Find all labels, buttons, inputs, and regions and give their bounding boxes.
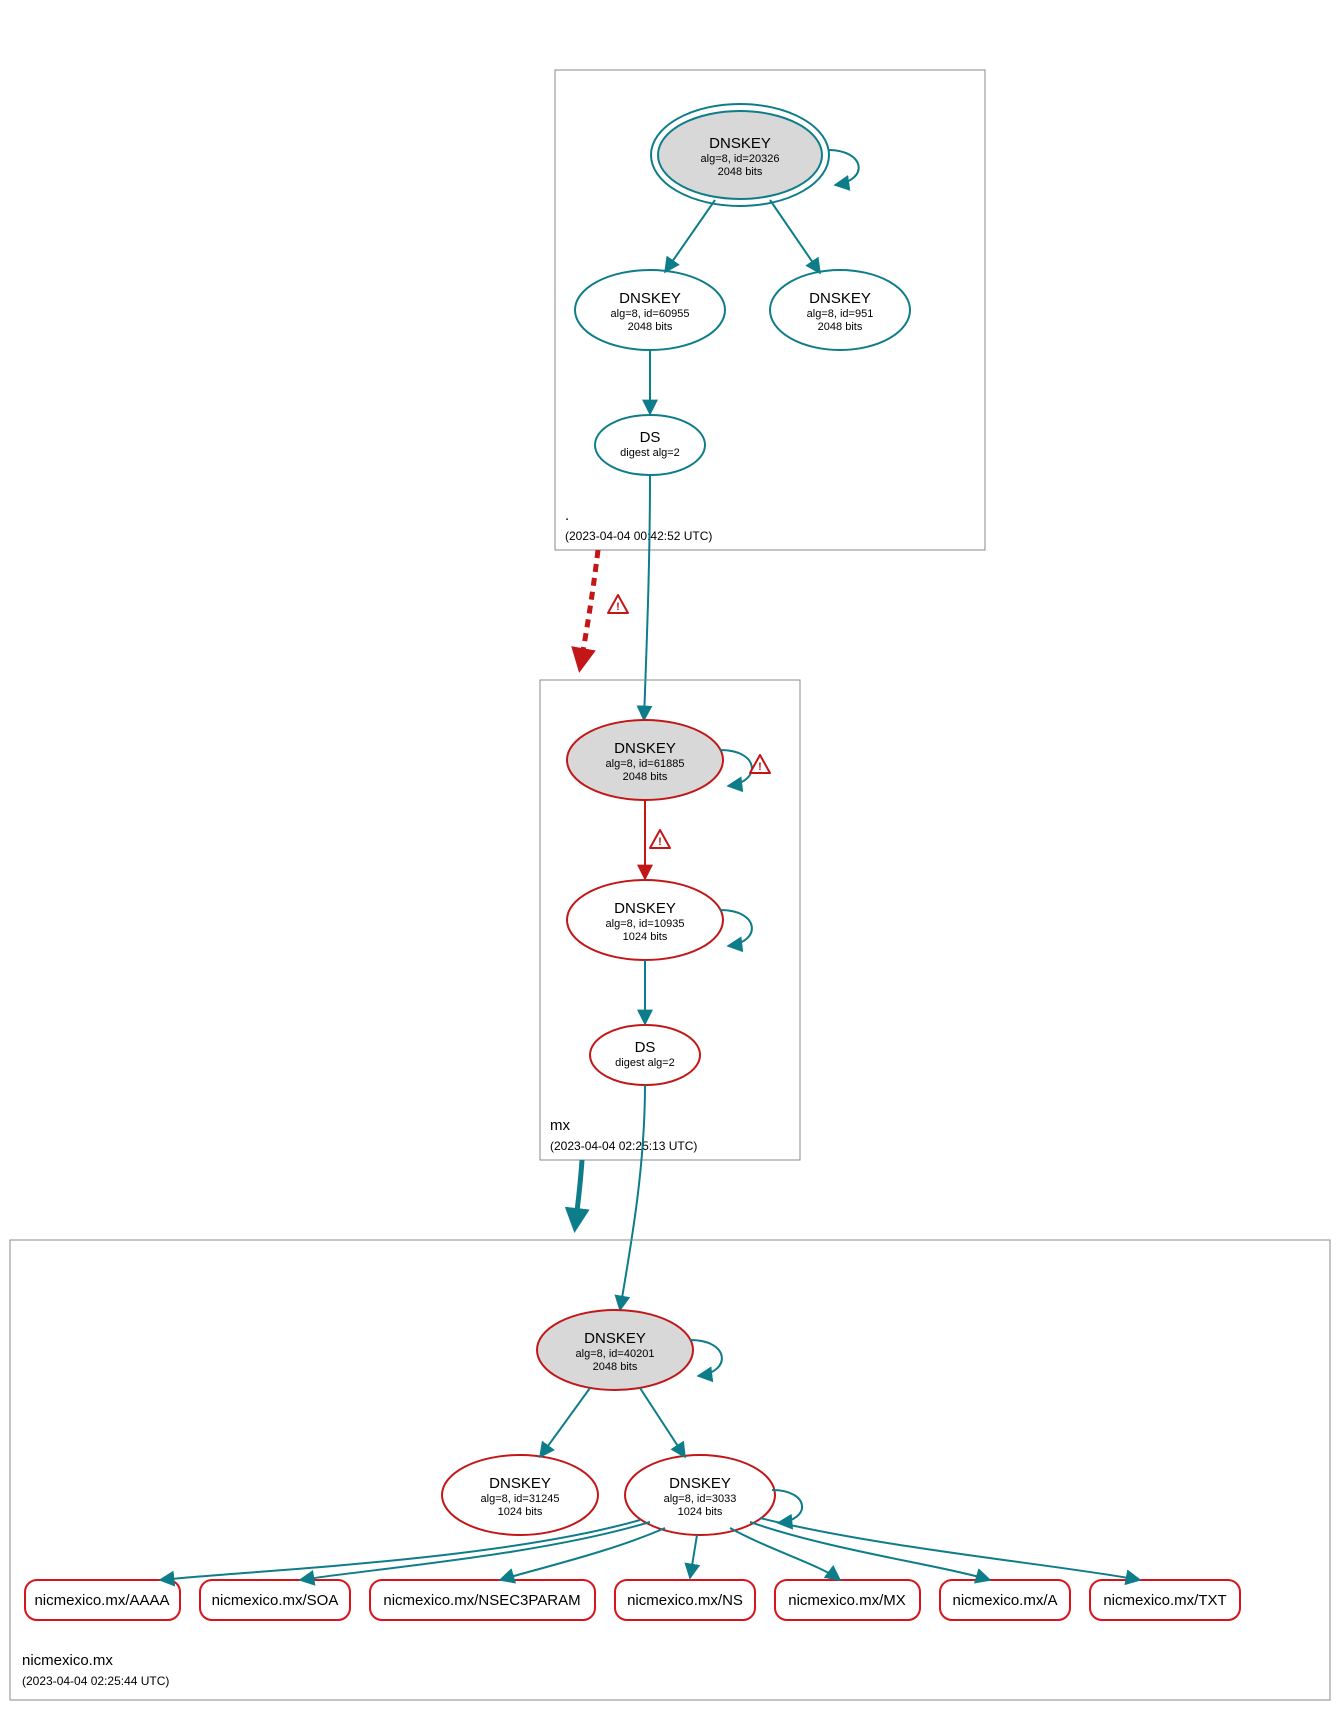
- self-loop: [720, 910, 752, 946]
- edge-mx-nic-delegation: [575, 1160, 582, 1228]
- svg-text:alg=8, id=3033: alg=8, id=3033: [664, 1493, 737, 1505]
- svg-text:nicmexico.mx/SOA: nicmexico.mx/SOA: [212, 1592, 339, 1609]
- svg-text:2048 bits: 2048 bits: [628, 321, 673, 333]
- edge-mxds-nicksk: [620, 1085, 645, 1310]
- warning-icon: !: [650, 830, 670, 848]
- svg-text:1024 bits: 1024 bits: [678, 1506, 723, 1518]
- svg-text:nicmexico.mx/TXT: nicmexico.mx/TXT: [1103, 1592, 1226, 1609]
- zone-nic-ts: (2023-04-04 02:25:44 UTC): [22, 1674, 169, 1688]
- svg-text:nicmexico.mx/A: nicmexico.mx/A: [952, 1592, 1057, 1609]
- warning-icon: !: [750, 755, 770, 773]
- rrset-nsec3: nicmexico.mx/NSEC3PARAM: [370, 1580, 595, 1620]
- node-mx-ds: DS digest alg=2: [590, 1025, 700, 1085]
- self-loop: [720, 750, 752, 786]
- svg-text:2048 bits: 2048 bits: [623, 771, 668, 783]
- edge-root-mx-delegation: [580, 550, 598, 668]
- svg-text:digest alg=2: digest alg=2: [615, 1057, 675, 1069]
- svg-text:DNSKEY: DNSKEY: [614, 740, 676, 757]
- svg-text:DNSKEY: DNSKEY: [619, 290, 681, 307]
- node-root-zsk1: DNSKEY alg=8, id=60955 2048 bits: [575, 270, 725, 350]
- svg-text:alg=8, id=40201: alg=8, id=40201: [576, 1348, 655, 1360]
- dnssec-diagram: . (2023-04-04 00:42:52 UTC) DNSKEY alg=8…: [0, 0, 1344, 1721]
- edge-rootksk-zsk2: [770, 200, 820, 273]
- svg-text:DNSKEY: DNSKEY: [584, 1330, 646, 1347]
- svg-text:DNSKEY: DNSKEY: [669, 1475, 731, 1492]
- svg-text:!: !: [616, 601, 620, 613]
- svg-text:nicmexico.mx/NSEC3PARAM: nicmexico.mx/NSEC3PARAM: [383, 1592, 580, 1609]
- svg-text:DNSKEY: DNSKEY: [489, 1475, 551, 1492]
- svg-text:nicmexico.mx/MX: nicmexico.mx/MX: [788, 1592, 906, 1609]
- svg-text:2048 bits: 2048 bits: [818, 321, 863, 333]
- node-mx-ksk: DNSKEY alg=8, id=61885 2048 bits: [567, 720, 723, 800]
- svg-text:alg=8, id=60955: alg=8, id=60955: [611, 308, 690, 320]
- edge-nicksk-zsk1: [540, 1388, 590, 1457]
- rrset-mx: nicmexico.mx/MX: [775, 1580, 920, 1620]
- rrset-soa: nicmexico.mx/SOA: [200, 1580, 350, 1620]
- zone-nic-name: nicmexico.mx: [22, 1652, 113, 1669]
- rrset-txt: nicmexico.mx/TXT: [1090, 1580, 1240, 1620]
- svg-text:alg=8, id=20326: alg=8, id=20326: [701, 153, 780, 165]
- edge-rootds-mxksk: [644, 475, 650, 720]
- zone-mx-ts: (2023-04-04 02:25:13 UTC): [550, 1139, 697, 1153]
- node-nic-zsk1: DNSKEY alg=8, id=31245 1024 bits: [442, 1455, 598, 1535]
- rrset-a: nicmexico.mx/A: [940, 1580, 1070, 1620]
- zone-nicmexico: nicmexico.mx (2023-04-04 02:25:44 UTC) D…: [10, 1240, 1330, 1700]
- svg-text:1024 bits: 1024 bits: [623, 931, 668, 943]
- svg-text:2048 bits: 2048 bits: [593, 1361, 638, 1373]
- svg-text:nicmexico.mx/AAAA: nicmexico.mx/AAAA: [34, 1592, 169, 1609]
- zone-root-name: .: [565, 507, 569, 524]
- svg-text:DNSKEY: DNSKEY: [709, 135, 771, 152]
- self-loop: [772, 1490, 802, 1523]
- node-root-zsk2: DNSKEY alg=8, id=951 2048 bits: [770, 270, 910, 350]
- node-root-ksk: DNSKEY alg=8, id=20326 2048 bits: [651, 104, 829, 206]
- zone-root: . (2023-04-04 00:42:52 UTC) DNSKEY alg=8…: [555, 70, 985, 550]
- svg-text:DNSKEY: DNSKEY: [614, 900, 676, 917]
- svg-text:2048 bits: 2048 bits: [718, 166, 763, 178]
- svg-text:alg=8, id=951: alg=8, id=951: [807, 308, 874, 320]
- edge-rootksk-zsk1: [665, 200, 715, 272]
- svg-text:!: !: [658, 836, 662, 848]
- svg-text:1024 bits: 1024 bits: [498, 1506, 543, 1518]
- node-nic-ksk: DNSKEY alg=8, id=40201 2048 bits: [537, 1310, 693, 1390]
- svg-text:!: !: [758, 761, 762, 773]
- self-loop: [828, 150, 859, 185]
- node-mx-zsk: DNSKEY alg=8, id=10935 1024 bits: [567, 880, 723, 960]
- rrset-aaaa: nicmexico.mx/AAAA: [25, 1580, 180, 1620]
- self-loop: [690, 1340, 722, 1376]
- svg-text:DS: DS: [640, 429, 661, 446]
- edge-nicksk-zsk2: [640, 1388, 685, 1457]
- svg-text:alg=8, id=61885: alg=8, id=61885: [606, 758, 685, 770]
- warning-icon: !: [608, 595, 628, 613]
- zone-mx-name: mx: [550, 1117, 570, 1134]
- rrset-ns: nicmexico.mx/NS: [615, 1580, 755, 1620]
- svg-text:nicmexico.mx/NS: nicmexico.mx/NS: [627, 1592, 743, 1609]
- svg-text:digest alg=2: digest alg=2: [620, 447, 680, 459]
- svg-text:DS: DS: [635, 1039, 656, 1056]
- svg-text:alg=8, id=31245: alg=8, id=31245: [481, 1493, 560, 1505]
- zone-root-ts: (2023-04-04 00:42:52 UTC): [565, 529, 712, 543]
- node-root-ds: DS digest alg=2: [595, 415, 705, 475]
- svg-text:alg=8, id=10935: alg=8, id=10935: [606, 918, 685, 930]
- zone-mx: mx (2023-04-04 02:25:13 UTC) DNSKEY alg=…: [540, 680, 800, 1160]
- svg-text:DNSKEY: DNSKEY: [809, 290, 871, 307]
